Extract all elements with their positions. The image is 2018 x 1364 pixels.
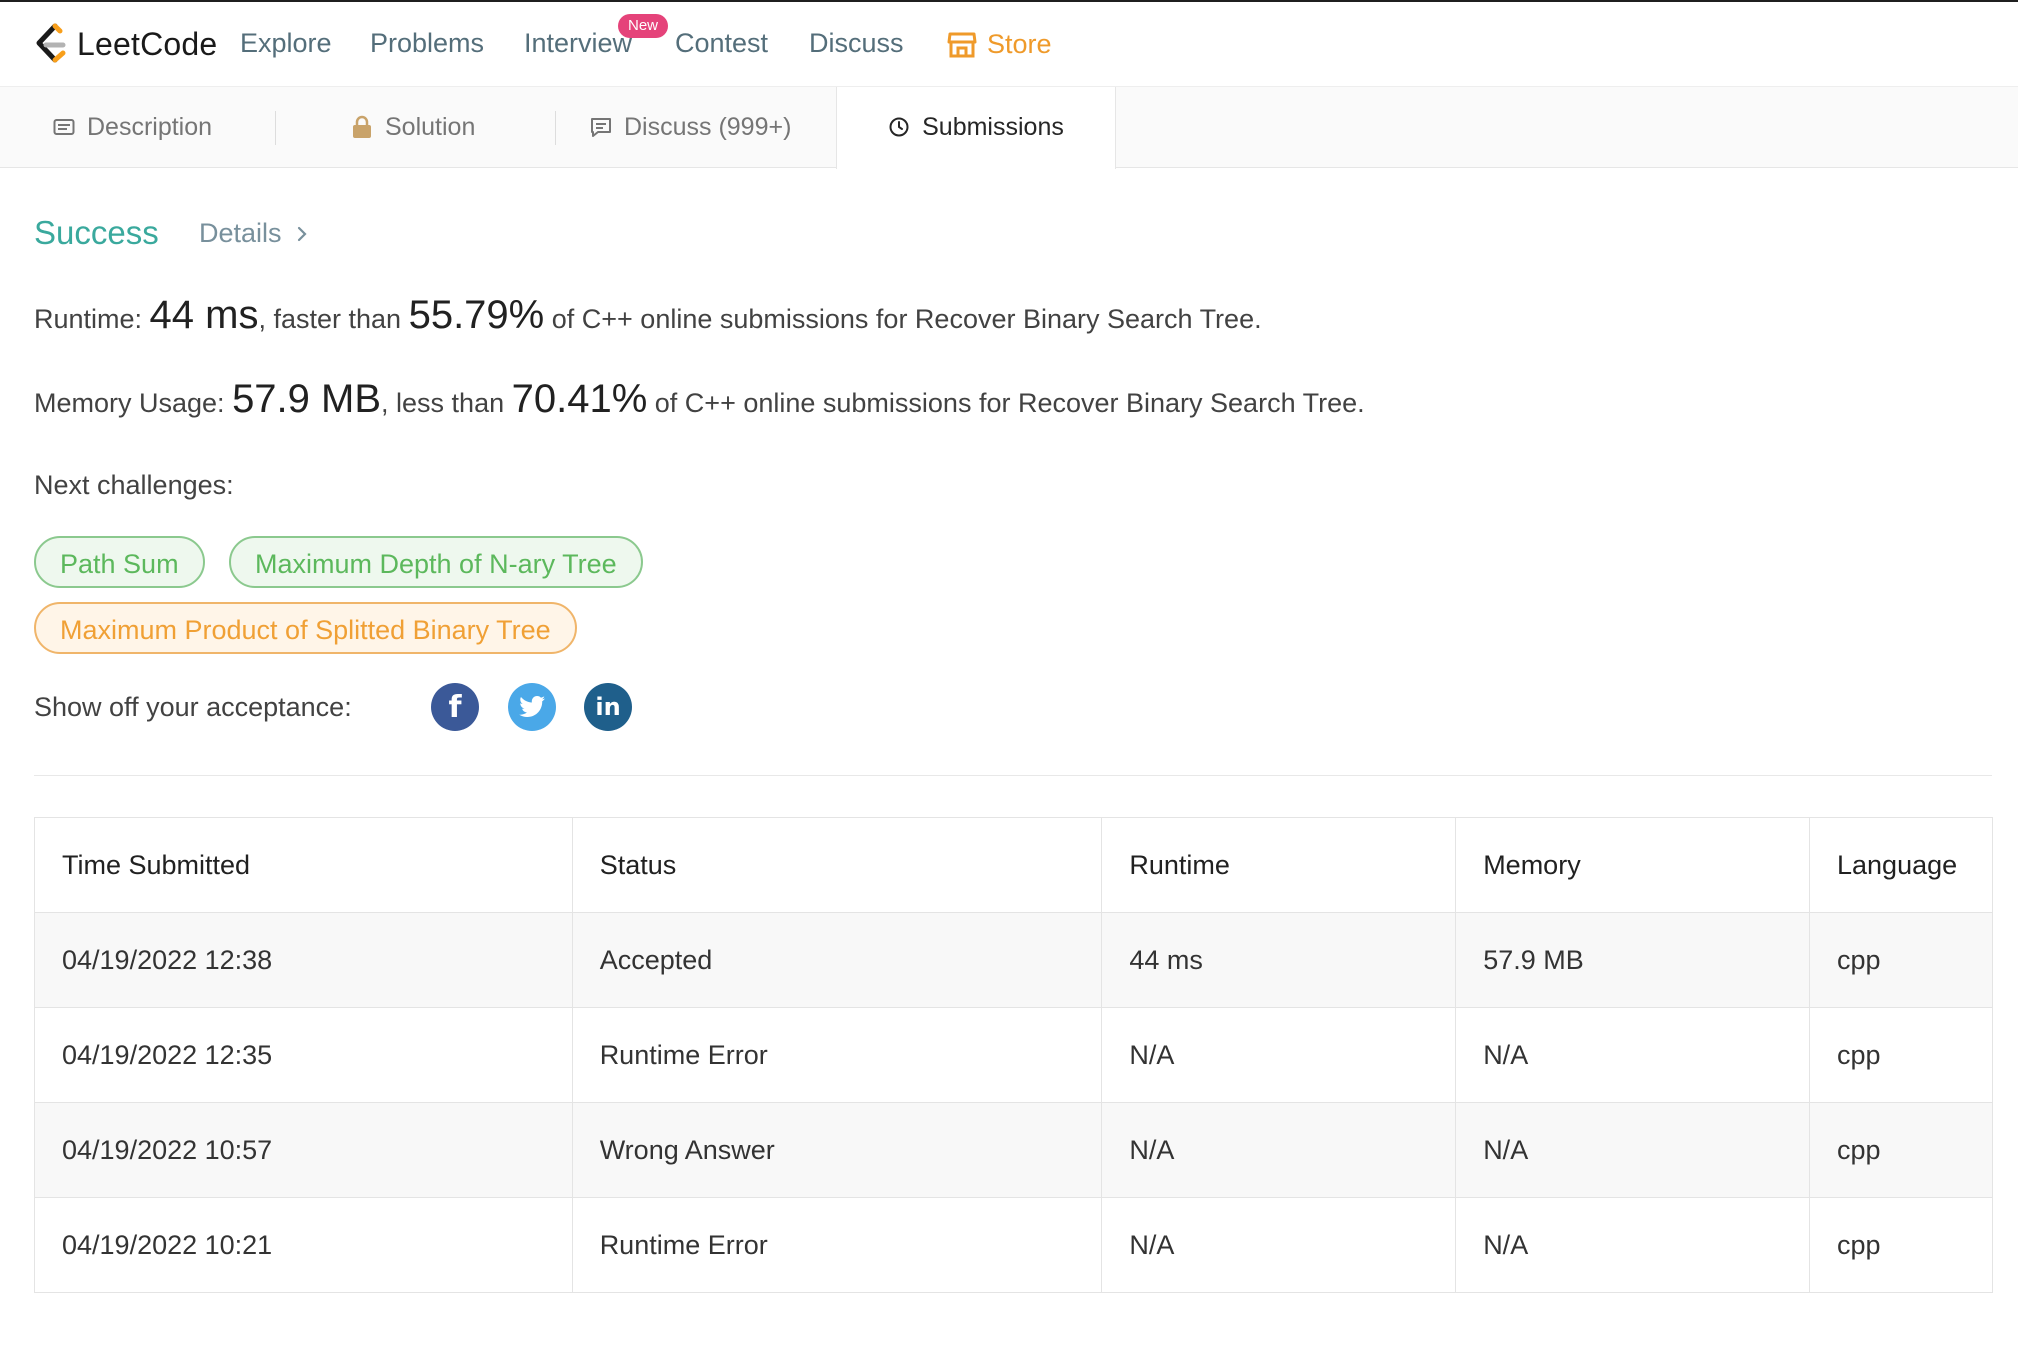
cell-runtime: N/A [1101, 1197, 1457, 1293]
table-row: 04/19/2022 12:38 Accepted 44 ms 57.9 MB … [34, 912, 1993, 1008]
cell-runtime: N/A [1101, 1007, 1457, 1103]
tab-submissions-container: Submissions [836, 87, 1116, 169]
submissions-table: Time Submitted Status Runtime Memory Lan… [34, 817, 1993, 1293]
cell-status-link[interactable]: Wrong Answer [571, 1102, 1103, 1198]
tab-description[interactable]: Description [53, 87, 212, 167]
logo-text: LeetCode [77, 25, 218, 62]
cell-runtime: 44 ms [1101, 912, 1457, 1008]
cell-language: cpp [1809, 1197, 1993, 1293]
nav-discuss[interactable]: Discuss [809, 28, 904, 59]
share-label: Show off your acceptance: [34, 692, 352, 722]
tab-discuss[interactable]: Discuss (999+) [590, 87, 791, 167]
twitter-bird-glyph [519, 696, 545, 717]
cell-status-link[interactable]: Accepted [571, 912, 1103, 1008]
cell-time: 04/19/2022 12:38 [34, 912, 573, 1008]
next-challenges-label: Next challenges: [34, 470, 234, 500]
cell-status-link[interactable]: Runtime Error [571, 1197, 1103, 1293]
facebook-icon[interactable]: f [431, 683, 479, 731]
header-memory: Memory [1455, 817, 1810, 913]
runtime-label: Runtime: [34, 304, 150, 334]
comment-icon [591, 118, 611, 137]
linkedin-icon[interactable]: in [584, 683, 632, 731]
nav-explore[interactable]: Explore [240, 28, 332, 59]
cell-time: 04/19/2022 12:35 [34, 1007, 573, 1103]
memory-mid: , less than [381, 388, 512, 418]
tab-submissions[interactable]: Submissions [837, 87, 1115, 167]
nav-problems[interactable]: Problems [370, 28, 484, 59]
runtime-mid: , faster than [258, 304, 409, 334]
description-icon [53, 119, 75, 135]
cell-language: cpp [1809, 1007, 1993, 1103]
leetcode-logo-icon [36, 23, 66, 63]
store-label: Store [987, 29, 1052, 59]
nav-interview[interactable]: Interview [524, 28, 632, 59]
lock-icon [353, 115, 371, 138]
runtime-percent: 55.79% [408, 293, 545, 337]
clock-icon [889, 117, 909, 137]
nav-contest[interactable]: Contest [675, 28, 768, 59]
challenge-chip-max-depth[interactable]: Maximum Depth of N-ary Tree [229, 536, 643, 588]
memory-value: 57.9 MB [232, 377, 382, 421]
nav-store[interactable]: Store [947, 29, 1052, 60]
section-divider [34, 775, 1992, 776]
cell-language: cpp [1809, 1102, 1993, 1198]
chevron-right-icon [297, 226, 307, 241]
header-status: Status [571, 817, 1103, 913]
details-link[interactable]: Details [199, 218, 308, 249]
challenge-chip-max-product[interactable]: Maximum Product of Splitted Binary Tree [34, 602, 577, 654]
cell-runtime: N/A [1101, 1102, 1457, 1198]
cell-memory: N/A [1455, 1102, 1810, 1198]
runtime-value: 44 ms [149, 293, 259, 337]
tab-divider [275, 111, 276, 145]
store-icon [947, 32, 977, 57]
table-row: 04/19/2022 12:35 Runtime Error N/A N/A c… [34, 1007, 1993, 1103]
runtime-stat: Runtime: 44 ms, faster than 55.79% of C+… [34, 293, 1262, 338]
cell-status-link[interactable]: Runtime Error [571, 1007, 1103, 1103]
leetcode-logo[interactable]: LeetCode [33, 22, 217, 66]
table-row: 04/19/2022 10:21 Runtime Error N/A N/A c… [34, 1197, 1993, 1293]
tab-solution[interactable]: Solution [351, 87, 475, 167]
new-badge: New [618, 14, 668, 38]
cell-memory: N/A [1455, 1007, 1810, 1103]
memory-label: Memory Usage: [34, 388, 233, 418]
tab-description-label: Description [87, 112, 213, 141]
tab-submissions-label: Submissions [922, 112, 1064, 141]
runtime-suffix: of C++ online submissions for Recover Bi… [544, 304, 1262, 334]
header-language: Language [1809, 817, 1993, 913]
tab-solution-label: Solution [385, 112, 476, 141]
cell-memory: N/A [1455, 1197, 1810, 1293]
table-row: 04/19/2022 10:57 Wrong Answer N/A N/A cp… [34, 1102, 1993, 1198]
details-label: Details [199, 218, 282, 248]
memory-suffix: of C++ online submissions for Recover Bi… [647, 388, 1365, 418]
result-status: Success [34, 214, 159, 251]
memory-percent: 70.41% [511, 377, 648, 421]
cell-memory: 57.9 MB [1455, 912, 1810, 1008]
cell-time: 04/19/2022 10:21 [34, 1197, 573, 1293]
cell-time: 04/19/2022 10:57 [34, 1102, 573, 1198]
tab-divider [555, 111, 556, 145]
memory-stat: Memory Usage: 57.9 MB, less than 70.41% … [34, 377, 1365, 422]
tab-discuss-label: Discuss (999+) [624, 112, 792, 141]
header-runtime: Runtime [1101, 817, 1457, 913]
header-time-submitted: Time Submitted [34, 817, 573, 913]
top-navbar: LeetCode Explore Problems Interview New … [0, 2, 2018, 87]
challenge-chip-path-sum[interactable]: Path Sum [34, 536, 205, 588]
table-header-row: Time Submitted Status Runtime Memory Lan… [34, 817, 1993, 913]
twitter-icon[interactable] [508, 683, 556, 731]
cell-language: cpp [1809, 912, 1993, 1008]
